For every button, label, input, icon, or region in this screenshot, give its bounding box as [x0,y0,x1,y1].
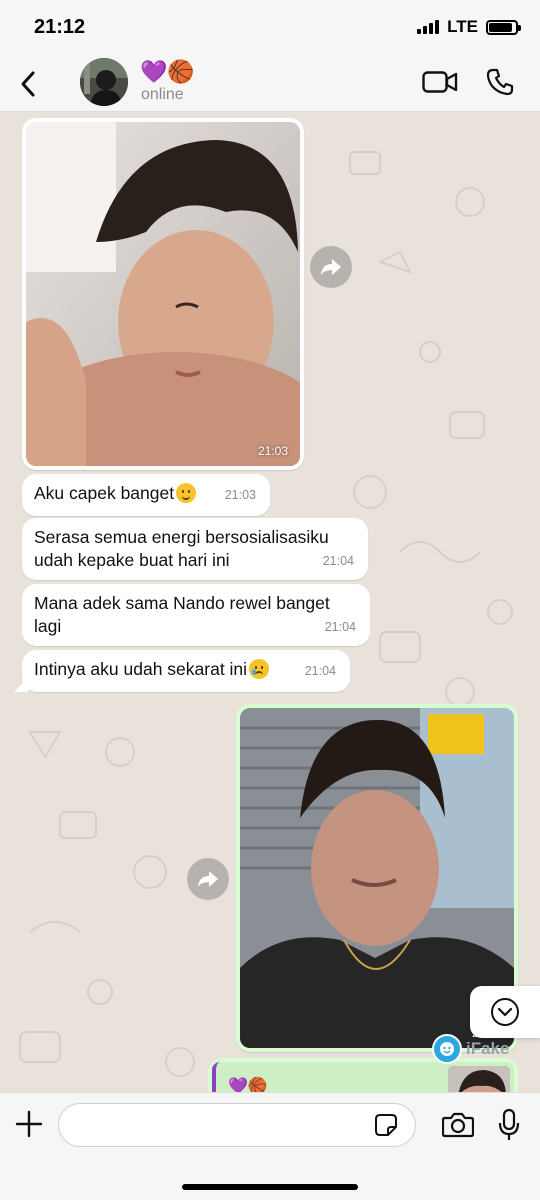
message-time: 21:04 [324,620,356,634]
sticker-icon [375,1114,397,1136]
message-input[interactable] [58,1103,416,1147]
camera-icon [442,1112,474,1138]
watermark: iFake [432,1034,509,1064]
status-bar: 21:12 LTE [0,0,540,56]
contact-name[interactable]: 💜🏀 [140,59,195,85]
incoming-text-message[interactable]: Serasa semua energi bersosialisasiku uda… [22,518,368,580]
contact-status: online [141,86,184,103]
incoming-text-message[interactable]: Aku capek banget 21:03 [22,474,270,516]
incoming-text-message[interactable]: Intinya aku udah sekarat ini 21:04 [22,650,350,692]
message-time: 21:03 [224,488,256,502]
phone-icon [486,68,514,96]
incoming-image-message[interactable]: 21:03 [22,118,304,470]
watermark-text: iFake [466,1039,510,1058]
battery-icon [486,19,521,35]
thumbnail-image [448,1066,510,1092]
back-icon [21,71,35,97]
photo-image [26,122,300,466]
message-composer [0,1092,540,1200]
incoming-text-message[interactable]: Mana adek sama Nando rewel banget lagi 2… [22,584,370,646]
message-time: 21:03 [257,444,288,458]
back-button[interactable] [8,62,48,106]
crying-face-emoji-icon [249,659,270,679]
status-indicators: LTE [417,17,521,37]
watermark-logo-icon [432,1034,462,1064]
avatar-photo [80,58,128,106]
microphone-icon [498,1108,520,1140]
message-time: 21:04 [322,554,354,568]
incoming-photo[interactable]: 21:03 [26,122,300,466]
quoted-message[interactable]: 💜🏀 [212,1062,514,1092]
forward-button[interactable] [187,858,229,900]
smiling-face-emoji-icon [176,483,197,503]
message-text: Intinya aku udah sekarat ini [34,659,248,679]
status-time: 21:12 [34,16,86,38]
voice-call-button[interactable] [482,64,518,100]
video-call-button[interactable] [420,66,460,98]
forward-icon [321,259,341,275]
battery-fill [489,22,513,32]
plus-icon [15,1110,43,1138]
quoted-thumbnail [448,1066,510,1092]
message-text: Mana adek sama Nando rewel banget lagi [34,593,330,636]
quoted-sender-name: 💜🏀 [228,1078,268,1092]
message-text: Aku capek banget [34,483,175,503]
camera-button[interactable] [438,1107,478,1143]
chat-header: 💜🏀 online [0,56,540,112]
microphone-button[interactable] [492,1105,526,1145]
message-time: 21:04 [304,664,336,678]
forward-button[interactable] [310,246,352,288]
avatar[interactable] [80,58,128,106]
chevron-down-icon [491,998,519,1026]
chat-area[interactable]: 21:03 Aku capek banget 21:03 Serasa semu… [0,112,540,1092]
sticker-button[interactable] [372,1111,400,1139]
message-text: Serasa semua energi bersosialisasiku uda… [34,527,329,570]
scroll-to-bottom-button[interactable] [470,986,540,1038]
home-indicator[interactable] [182,1184,358,1190]
video-call-icon [422,71,458,93]
network-label: LTE [447,17,478,36]
signal-icon [417,20,440,34]
forward-icon [198,871,218,887]
attach-button[interactable] [12,1107,46,1141]
